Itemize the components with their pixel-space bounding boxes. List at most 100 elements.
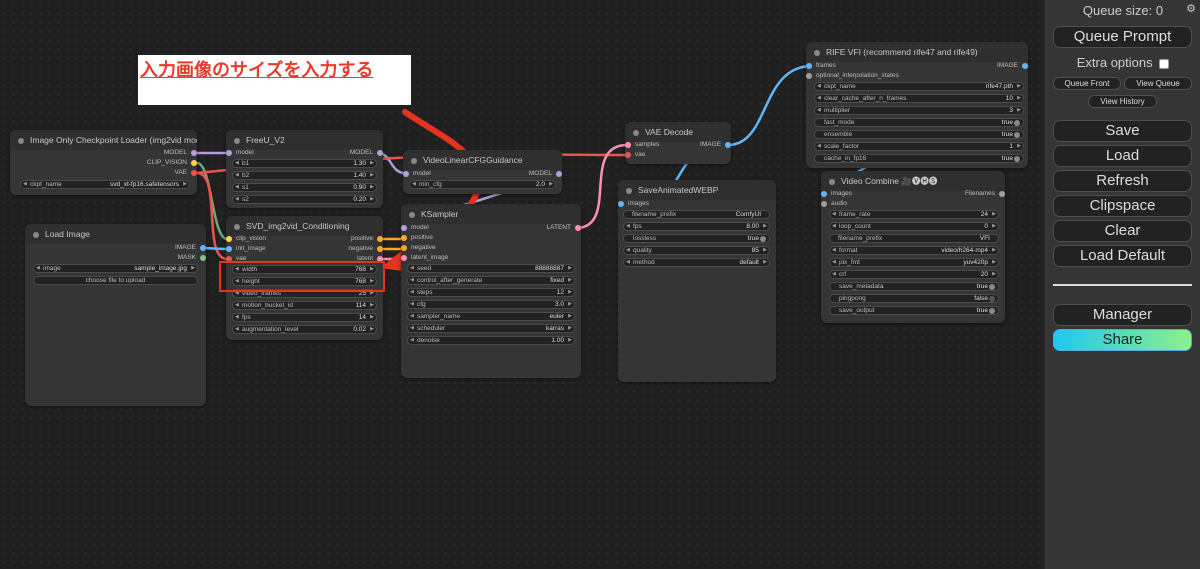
refresh-button[interactable]: Refresh [1053, 170, 1192, 192]
node-title[interactable]: Image Only Checkpoint Loader (img2vid mo… [10, 130, 197, 150]
upload-button[interactable]: choose file to upload [33, 276, 198, 285]
output-model[interactable]: MODEL [492, 169, 562, 179]
widget-cache-in-fp16[interactable]: cache_in_fp16 true [814, 154, 1024, 163]
load-image-node[interactable]: Load Image IMAGE MASK ◀ image sample_image… [25, 224, 206, 406]
widget-multiplier[interactable]: ◀ multiplier 3 ▶ [814, 106, 1024, 115]
video-combine-node[interactable]: Video Combine 🎥🅥🅗🅢 images audio Filename… [821, 171, 1005, 323]
node-title[interactable]: VAE Decode [625, 122, 731, 142]
widget-clear-cache[interactable]: ◀ clear_cache_after_n_frames 10 ▶ [814, 94, 1024, 103]
widget-save-metadata[interactable]: save_metadata true [829, 282, 999, 291]
ksampler-node[interactable]: KSampler model positive negative latent_… [401, 204, 581, 378]
clipspace-button[interactable]: Clipspace [1053, 195, 1192, 217]
widget-pix-fmt[interactable]: ◀ pix_fmt yuv420p ▶ [829, 258, 999, 267]
vae-decode-node[interactable]: VAE Decode samples vae IMAGE [625, 122, 731, 164]
widget-filename-prefix[interactable]: filename_prefix ComfyUI [623, 210, 770, 219]
save-animated-webp-node[interactable]: SaveAnimatedWEBP images filename_prefix C… [618, 180, 776, 382]
input-vae[interactable]: vae [625, 150, 645, 160]
input-optional-interpolation-states[interactable]: optional_interpolation_states [806, 71, 899, 81]
save-button[interactable]: Save [1053, 120, 1192, 142]
widget-ckpt-name[interactable]: ◀ ckpt_name rife47.pth ▶ [814, 82, 1024, 91]
widget-scale-factor[interactable]: ◀ scale_factor 1 ▶ [814, 142, 1024, 151]
input-audio[interactable]: audio [821, 199, 847, 209]
node-title[interactable]: VideoLinearCFGGuidance [403, 150, 562, 170]
widget-augmentation-level[interactable]: ◀ augmentation_level 0.02 ▶ [232, 325, 377, 334]
input-model[interactable]: model [401, 223, 429, 233]
widget-cfg[interactable]: ◀ cfg 3.0 ▶ [407, 300, 575, 309]
view-queue-button[interactable]: View Queue [1124, 77, 1192, 90]
widget-method[interactable]: ◀ method default ▶ [623, 258, 770, 267]
widget-save-output[interactable]: save_output true [829, 306, 999, 315]
collapse-dot-icon[interactable] [633, 129, 639, 136]
node-title[interactable]: RIFE VFI (recommend rife47 and rife49) [806, 42, 1028, 62]
widget-loop-count[interactable]: ◀ loop_count 0 ▶ [829, 222, 999, 231]
output-model[interactable]: MODEL [313, 148, 383, 158]
widget-s2[interactable]: ◀ s2 0.20 ▶ [232, 195, 377, 204]
input-images[interactable]: images [618, 199, 649, 209]
widget-fps[interactable]: ◀ fps 8.00 ▶ [623, 222, 770, 231]
toggle-icon[interactable] [989, 284, 995, 290]
toggle-icon[interactable] [1014, 156, 1020, 162]
checkpoint-loader-node[interactable]: Image Only Checkpoint Loader (img2vid mo… [10, 130, 197, 195]
share-button[interactable]: Share [1053, 329, 1192, 351]
input-init-image[interactable]: init_image [226, 244, 266, 254]
clear-button[interactable]: Clear [1053, 220, 1192, 242]
widget-frame-rate[interactable]: ◀ frame_rate 24 ▶ [829, 210, 999, 219]
queue-front-button[interactable]: Queue Front [1053, 77, 1121, 90]
collapse-dot-icon[interactable] [411, 157, 417, 164]
extra-options-checkbox[interactable] [1159, 58, 1170, 69]
toggle-icon[interactable] [989, 308, 995, 314]
widget-fast-mode[interactable]: fast_mode true [814, 118, 1024, 127]
load-default-button[interactable]: Load Default [1053, 245, 1192, 267]
freeu-node[interactable]: FreeU_V2 model MODEL ◀ b1 1.30 ▶ ◀ b2 1.40 ▶ ◀… [226, 130, 383, 208]
extra-options-row[interactable]: Extra options [1045, 55, 1200, 70]
widget-seed[interactable]: ◀ seed 88888887 ▶ [407, 264, 575, 273]
toggle-icon[interactable] [760, 236, 766, 242]
widget-steps[interactable]: ◀ steps 12 ▶ [407, 288, 575, 297]
widget-min-cfg[interactable]: ◀ min_cfg 2.0 ▶ [409, 180, 556, 189]
widget-ensemble[interactable]: ensemble true [814, 130, 1024, 139]
widget-control-after-generate[interactable]: ◀ control_after_generate fixed ▶ [407, 276, 575, 285]
input-frames[interactable]: frames [806, 61, 836, 71]
node-title[interactable]: FreeU_V2 [226, 130, 383, 150]
collapse-dot-icon[interactable] [409, 211, 415, 218]
input-positive[interactable]: positive [401, 233, 433, 243]
collapse-dot-icon[interactable] [829, 178, 835, 185]
rife-vfi-node[interactable]: RIFE VFI (recommend rife47 and rife49) f… [806, 42, 1028, 168]
widget-quality[interactable]: ◀ quality 85 ▶ [623, 246, 770, 255]
widget-image[interactable]: ◀ image sample_image.jpg ▶ [33, 264, 198, 273]
view-history-button[interactable]: View History [1088, 95, 1157, 108]
widget-format[interactable]: ◀ format video/h264-mp4 ▶ [829, 246, 999, 255]
widget-b2[interactable]: ◀ b2 1.40 ▶ [232, 171, 377, 180]
output-image[interactable]: IMAGE [968, 61, 1028, 71]
gear-icon[interactable]: ⚙ [1186, 2, 1196, 15]
node-title[interactable]: KSampler [401, 204, 581, 224]
widget-sampler-name[interactable]: ◀ sampler_name euler ▶ [407, 312, 575, 321]
input-clip-vision[interactable]: clip_vision [226, 234, 266, 244]
collapse-dot-icon[interactable] [33, 231, 39, 238]
widget-denoise[interactable]: ◀ denoise 1.00 ▶ [407, 336, 575, 345]
video-linear-cfg-node[interactable]: VideoLinearCFGGuidance model MODEL ◀ min_… [403, 150, 562, 194]
widget-fps[interactable]: ◀ fps 14 ▶ [232, 313, 377, 322]
collapse-dot-icon[interactable] [814, 49, 820, 56]
node-title[interactable]: SaveAnimatedWEBP [618, 180, 776, 200]
output-image[interactable]: IMAGE [681, 140, 731, 150]
node-title[interactable]: Video Combine 🎥🅥🅗🅢 [821, 171, 1005, 191]
queue-prompt-button[interactable]: Queue Prompt [1053, 26, 1192, 48]
widget-s1[interactable]: ◀ s1 0.90 ▶ [232, 183, 377, 192]
collapse-dot-icon[interactable] [626, 187, 632, 194]
input-negative[interactable]: negative [401, 243, 436, 253]
toggle-icon[interactable] [1014, 120, 1020, 126]
input-latent-image[interactable]: latent_image [401, 253, 448, 263]
collapse-dot-icon[interactable] [18, 137, 24, 144]
input-model[interactable]: model [226, 148, 254, 158]
collapse-dot-icon[interactable] [234, 223, 240, 230]
widget-crf[interactable]: ◀ crf 20 ▶ [829, 270, 999, 279]
output-model[interactable]: MODEL [107, 148, 197, 158]
widget-scheduler[interactable]: ◀ scheduler karras ▶ [407, 324, 575, 333]
load-button[interactable]: Load [1053, 145, 1192, 167]
input-model[interactable]: model [403, 169, 431, 179]
toggle-icon[interactable] [1014, 132, 1020, 138]
output-filenames[interactable]: Filenames [945, 189, 1005, 199]
widget-filename-prefix[interactable]: filename_prefix VFI [829, 234, 999, 243]
collapse-dot-icon[interactable] [234, 137, 240, 144]
